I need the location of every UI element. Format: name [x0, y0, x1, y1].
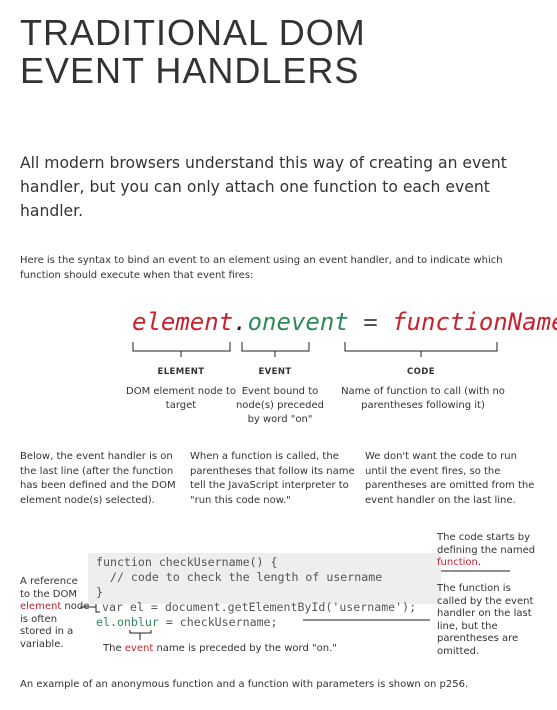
column-3: We don't want the code to run until the … — [365, 451, 535, 506]
note-right-top-text-1: The code starts by defining the named — [437, 532, 536, 556]
code-line-5: el.onblur = checkUsername; — [96, 615, 278, 631]
note-bottom-highlight: event — [124, 643, 154, 654]
column-1: Below, the event handler is on the last … — [20, 451, 176, 506]
code-line-3: } — [96, 585, 103, 599]
code-el: el — [96, 615, 110, 629]
code-rest: = checkUsername; — [158, 615, 278, 629]
note-right-top: The code starts by defining the named fu… — [437, 532, 541, 570]
event-tick — [129, 630, 152, 640]
note-left: A reference to the DOM element node is o… — [20, 576, 90, 651]
desc-code: Name of function to call (with no parent… — [341, 386, 505, 411]
note-left-highlight: element — [20, 601, 62, 612]
label-element: ELEMENT — [157, 367, 205, 377]
note-bottom: The event name is preceded by the word "… — [103, 643, 403, 656]
footer-note: An example of an anonymous function and … — [20, 679, 469, 690]
note-right-bottom: The function is called by the event hand… — [437, 583, 534, 657]
label-code: CODE — [407, 367, 435, 377]
code-line-4: var el = document.getElementById('userna… — [102, 600, 417, 614]
desc-event: Event bound to node(s) preceded by word … — [235, 386, 325, 425]
code-line-1: function checkUsername() { — [96, 555, 278, 569]
label-event: EVENT — [258, 367, 292, 377]
note-right-top-text-2: . — [477, 557, 482, 568]
code-bracket — [344, 342, 498, 357]
note-bottom-text-1: The — [103, 643, 125, 654]
note-left-text-1: A reference to the DOM — [20, 576, 78, 600]
event-bracket — [241, 342, 310, 357]
desc-element: DOM element node to target — [126, 386, 236, 411]
note-bottom-text-2: name is preceded by the word "on." — [153, 643, 337, 654]
code-dot: . — [109, 615, 117, 629]
column-2: When a function is called, the parenthes… — [190, 451, 355, 506]
code-event: onblur — [116, 615, 159, 629]
note-right-top-highlight: function — [437, 557, 478, 568]
element-bracket — [132, 342, 231, 357]
code-line-2: // code to check the length of username — [96, 570, 383, 584]
